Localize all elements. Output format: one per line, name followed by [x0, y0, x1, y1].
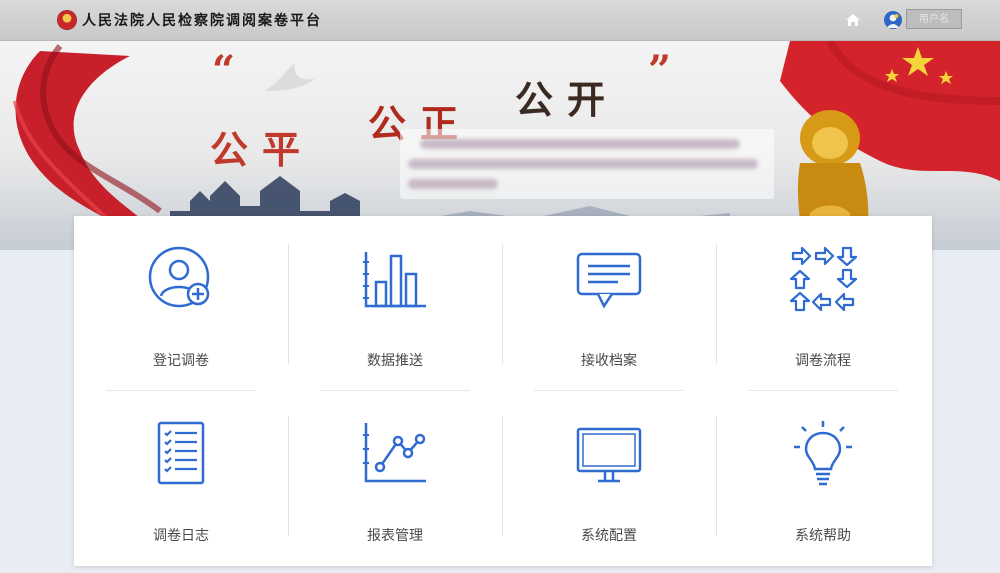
dove-icon [265, 63, 315, 91]
menu-tile-register[interactable]: 登记调卷 [74, 216, 288, 391]
app-page: 人民法院人民检察院调阅案卷平台 用户名 “ ” 公平 公正 公开 登记调卷 数据… [0, 0, 1000, 573]
menu-panel: 登记调卷 数据推送 接收档案 调卷流程 调卷日志 报表管理 系统配置 系统帮助 [74, 216, 932, 566]
menu-tile-log[interactable]: 调卷日志 [74, 391, 288, 566]
menu-label: 登记调卷 [153, 353, 209, 369]
menu-label: 调卷日志 [153, 528, 209, 544]
menu-label: 系统配置 [581, 528, 637, 544]
monitor-icon [576, 427, 642, 483]
message-icon [576, 252, 642, 309]
menu-tile-flow[interactable]: 调卷流程 [716, 216, 930, 391]
menu-label: 报表管理 [367, 528, 423, 544]
menu-tile-config[interactable]: 系统配置 [502, 391, 716, 566]
slogan-openness: 公开 [515, 77, 620, 122]
menu-label: 接收档案 [581, 353, 637, 369]
quote-close: ” [648, 47, 672, 94]
site-title: 人民法院人民检察院调阅案卷平台 [82, 13, 322, 29]
register-user-icon [148, 246, 210, 308]
home-icon[interactable] [845, 12, 861, 28]
user-name-box[interactable]: 用户名 [906, 9, 962, 29]
bar-chart-icon [363, 252, 426, 308]
menu-label: 系统帮助 [795, 528, 851, 544]
menu-tile-receive-archive[interactable]: 接收档案 [502, 216, 716, 391]
line-chart-icon [363, 423, 426, 483]
menu-tile-reports[interactable]: 报表管理 [288, 391, 502, 566]
menu-label: 数据推送 [367, 353, 423, 369]
court-emblem-icon [58, 11, 76, 29]
flow-arrows-icon [789, 246, 858, 312]
lightbulb-icon [794, 421, 852, 486]
menu-label: 调卷流程 [795, 353, 851, 369]
top-bar: 人民法院人民检察院调阅案卷平台 用户名 [0, 0, 1000, 41]
blurred-line [420, 139, 740, 149]
menu-tile-data-push[interactable]: 数据推送 [288, 216, 502, 391]
user-avatar-icon[interactable] [884, 11, 902, 29]
checklist-icon [157, 421, 205, 485]
menu-tile-help[interactable]: 系统帮助 [716, 391, 930, 566]
quote-open: “ [212, 47, 236, 94]
